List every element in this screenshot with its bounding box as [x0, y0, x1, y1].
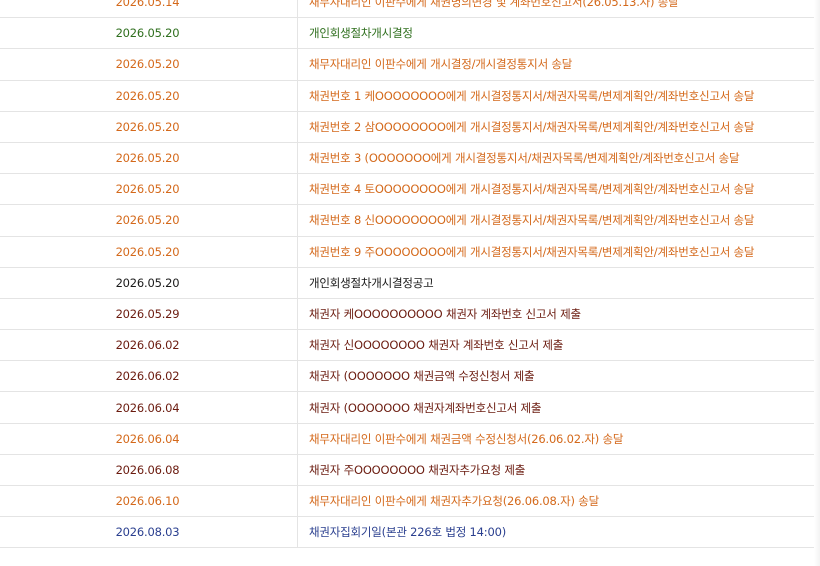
table-row: 2026.05.20 채권번호 2 삼OOOOOOOO에게 개시결정통지서/채권자… — [0, 111, 820, 143]
row-description: 채무자대리인 이판수에게 채권명의변경 및 계좌번호신고서(26.05.13.자… — [309, 0, 679, 10]
row-date: 2026.05.20 — [0, 111, 298, 142]
row-date: 2026.06.08 — [0, 454, 298, 485]
row-description: 채무자대리인 이판수에게 개시결정/개시결정통지서 송달 — [309, 57, 573, 72]
row-date: 2026.08.03 — [0, 517, 298, 548]
row-date: 2026.05.14 — [0, 0, 298, 18]
row-description: 채권번호 4 토OOOOOOOO에게 개시결정통지서/채권자목록/변제계획안/계… — [309, 182, 755, 197]
row-date: 2026.05.20 — [0, 236, 298, 267]
table-row: 2026.06.02 채권자 신OOOOOOOO 채권자 계좌번호 신고서 제출 — [0, 330, 820, 362]
table-row: 2026.05.20 채권번호 9 주OOOOOOOO에게 개시결정통지서/채권자… — [0, 236, 820, 268]
row-description: 채권자 주OOOOOOOO 채권자추가요청 제출 — [309, 462, 526, 477]
table-row: 2026.05.20 개인회생절차개시결정 — [0, 18, 820, 50]
row-date: 2026.05.29 — [0, 298, 298, 330]
row-date: 2026.05.20 — [0, 205, 298, 236]
table-row: 2026.06.10 채무자대리인 이판수에게 채권자추가요청(26.06.08.… — [0, 486, 820, 518]
row-description: 채권번호 1 케OOOOOOOO에게 개시결정통지서/채권자목록/변제계획안/계… — [309, 88, 755, 103]
row-date: 2026.06.10 — [0, 486, 298, 517]
row-date: 2026.06.04 — [0, 392, 298, 423]
case-progress-table: 2026.05.14 채무자대리인 이판수에게 채권명의변경 및 계좌번호신고서(… — [0, 0, 820, 549]
row-description: 채권자집회기일(본관 226호 법정 14:00) — [309, 525, 506, 540]
row-date: 2026.05.20 — [0, 18, 298, 49]
table-row: 2026.05.14 채무자대리인 이판수에게 채권명의변경 및 계좌번호신고서(… — [0, 0, 820, 19]
row-description: 채권번호 9 주OOOOOOOO에게 개시결정통지서/채권자목록/변제계획안/계… — [309, 244, 755, 259]
row-description: 채무자대리인 이판수에게 채권금액 수정신청서(26.06.02.자) 송달 — [309, 431, 624, 446]
row-description: 채무자대리인 이판수에게 채권자추가요청(26.06.08.자) 송달 — [309, 494, 599, 509]
table-row: 2026.06.02 채권자 (OOOOOOO 채권금액 수정신청서 제출 — [0, 361, 820, 393]
row-date: 2026.06.02 — [0, 330, 298, 361]
table-row: 2026.06.04 채무자대리인 이판수에게 채권금액 수정신청서(26.06.… — [0, 423, 820, 455]
table-row: 2026.05.20 채권번호 3 (OOOOOOO에게 개시결정통지서/채권자목… — [0, 142, 820, 175]
row-date: 2026.05.20 — [0, 142, 298, 174]
row-description: 채권번호 3 (OOOOOOO에게 개시결정통지서/채권자목록/변제계획안/계좌… — [309, 151, 740, 166]
row-description: 채권번호 8 신OOOOOOOO에게 개시결정통지서/채권자목록/변제계획안/계… — [309, 213, 755, 228]
table-row: 2026.06.08 채권자 주OOOOOOOO 채권자추가요청 제출 — [0, 454, 820, 486]
row-description: 채권자 신OOOOOOOO 채권자 계좌번호 신고서 제출 — [309, 338, 564, 353]
row-date: 2026.05.20 — [0, 49, 298, 80]
table-row: 2026.05.20 개인회생절차개시결정공고 — [0, 267, 820, 299]
row-description: 개인회생절차개시결정 — [309, 26, 413, 41]
table-row: 2026.05.20 채권번호 1 케OOOOOOOO에게 개시결정통지서/채권자… — [0, 80, 820, 112]
table-row: 2026.05.20 채무자대리인 이판수에게 개시결정/개시결정통지서 송달 — [0, 49, 820, 81]
table-row: 2026.05.20 채권번호 4 토OOOOOOOO에게 개시결정통지서/채권자… — [0, 174, 820, 206]
row-date: 2026.06.04 — [0, 423, 298, 454]
table-row: 2026.05.20 채권번호 8 신OOOOOOOO에게 개시결정통지서/채권자… — [0, 205, 820, 237]
row-description: 채권번호 2 삼OOOOOOOO에게 개시결정통지서/채권자목록/변제계획안/계… — [309, 119, 755, 134]
table-row: 2026.08.03 채권자집회기일(본관 226호 법정 14:00) — [0, 517, 820, 549]
row-description: 개인회생절차개시결정공고 — [309, 275, 434, 290]
scrollbar-edge — [814, 0, 820, 566]
row-description: 채권자 (OOOOOOO 채권금액 수정신청서 제출 — [309, 369, 535, 384]
row-date: 2026.06.02 — [0, 361, 298, 392]
row-description: 채권자 케OOOOOOOOOO 채권자 계좌번호 신고서 제출 — [309, 306, 581, 321]
row-date: 2026.05.20 — [0, 267, 298, 298]
row-date: 2026.05.20 — [0, 80, 298, 111]
table-row: 2026.06.04 채권자 (OOOOOOO 채권자계좌번호신고서 제출 — [0, 392, 820, 424]
table-row: 2026.05.29 채권자 케OOOOOOOOOO 채권자 계좌번호 신고서 제… — [0, 298, 820, 331]
row-description: 채권자 (OOOOOOO 채권자계좌번호신고서 제출 — [309, 400, 542, 415]
row-date: 2026.05.20 — [0, 174, 298, 205]
